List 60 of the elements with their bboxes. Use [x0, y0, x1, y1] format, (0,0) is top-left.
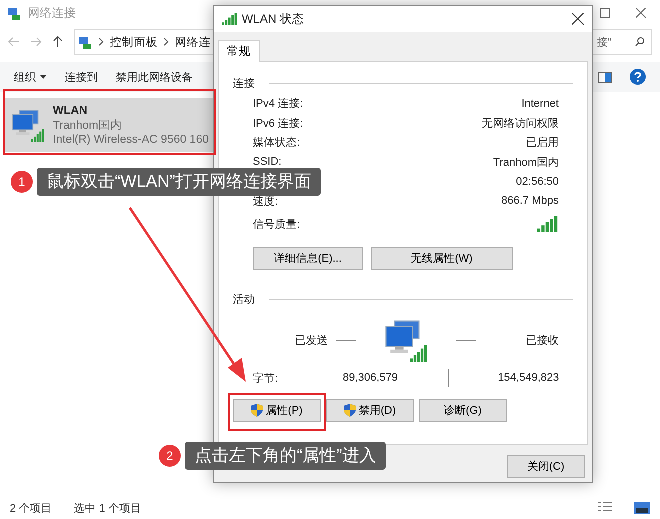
maximize-icon[interactable]	[600, 8, 610, 18]
adapter-name: Intel(R) Wireless-AC 9560 160	[53, 134, 209, 146]
dialog-button[interactable]: 无线属性(W)	[371, 247, 513, 270]
field-label: IPv6 连接:	[253, 116, 304, 131]
chevron-icon	[164, 38, 169, 46]
bytes-label: 字节:	[253, 372, 280, 386]
field-value: 无网络访问权限	[482, 116, 559, 131]
field-value: Internet	[522, 98, 559, 110]
signal-icon	[222, 13, 238, 25]
field-value: 已启用	[526, 136, 559, 150]
received-label: 已接收	[526, 334, 559, 348]
preview-pane-icon[interactable]	[598, 72, 612, 82]
toolbar-button[interactable]: 组织	[14, 70, 47, 84]
breadcrumb-item[interactable]: 控制面板	[110, 34, 158, 50]
network-folder-icon	[79, 36, 93, 48]
field-label: IPv4 连接:	[253, 96, 304, 112]
field-label: 速度:	[253, 194, 278, 209]
details-view-icon[interactable]	[598, 502, 612, 514]
search-icon	[635, 37, 645, 47]
section-heading: 连接	[233, 76, 255, 90]
dialog-button[interactable]: 禁用(D)	[326, 399, 414, 422]
dialog-button[interactable]: 诊断(G)	[419, 399, 507, 422]
window-title: 网络连接	[28, 4, 76, 22]
status-text: 选中 1 个项目	[74, 502, 142, 516]
field-value: 866.7 Mbps	[502, 195, 559, 208]
signal-icon	[537, 216, 559, 232]
field-label: 信号质量:	[253, 218, 300, 232]
step-number: 2	[159, 445, 181, 467]
dialog-button[interactable]: 属性(P)	[233, 399, 321, 422]
close-icon[interactable]	[636, 8, 646, 18]
received-bytes: 154,549,823	[498, 372, 560, 384]
field-label: SSID:	[253, 156, 282, 168]
network-name: Tranhom国内	[53, 118, 124, 132]
connection-item[interactable]: WLAN Tranhom国内 Intel(R) Wireless-AC 9560 160	[5, 98, 215, 152]
network-folder-icon	[8, 6, 22, 20]
toolbar-button[interactable]: 禁用此网络设备	[116, 70, 193, 84]
tab[interactable]: 常规	[218, 40, 260, 62]
chevron-icon	[99, 38, 104, 46]
large-icons-view-icon[interactable]	[634, 502, 650, 514]
breadcrumb-item[interactable]: 网络连	[175, 34, 211, 50]
dialog-button[interactable]: 详细信息(E)...	[253, 247, 363, 270]
dialog-title: WLAN 状态	[242, 10, 304, 28]
sent-bytes: 89,306,579	[343, 372, 398, 384]
field-value: 02:56:50	[516, 176, 559, 188]
caret-icon	[40, 75, 47, 79]
section-heading: 活动	[233, 292, 255, 306]
connection-name: WLAN	[53, 104, 89, 116]
close-icon[interactable]	[572, 13, 584, 25]
status-text: 2 个项目	[10, 502, 52, 516]
up-icon[interactable]	[52, 36, 64, 48]
callout-text: 鼠标双击“WLAN”打开网络连接界面	[37, 168, 322, 196]
toolbar-button[interactable]: 连接到	[65, 70, 98, 84]
sent-label: 已发送	[295, 334, 328, 348]
network-computer-icon	[384, 318, 428, 362]
callout-text: 点击左下角的“属性”进入	[185, 442, 386, 470]
close-button[interactable]: 关闭(C)	[507, 455, 585, 478]
step-number: 1	[11, 171, 33, 193]
field-value: Tranhom国内	[493, 156, 559, 170]
field-label: 媒体状态:	[253, 136, 300, 150]
help-icon[interactable]	[630, 69, 646, 85]
